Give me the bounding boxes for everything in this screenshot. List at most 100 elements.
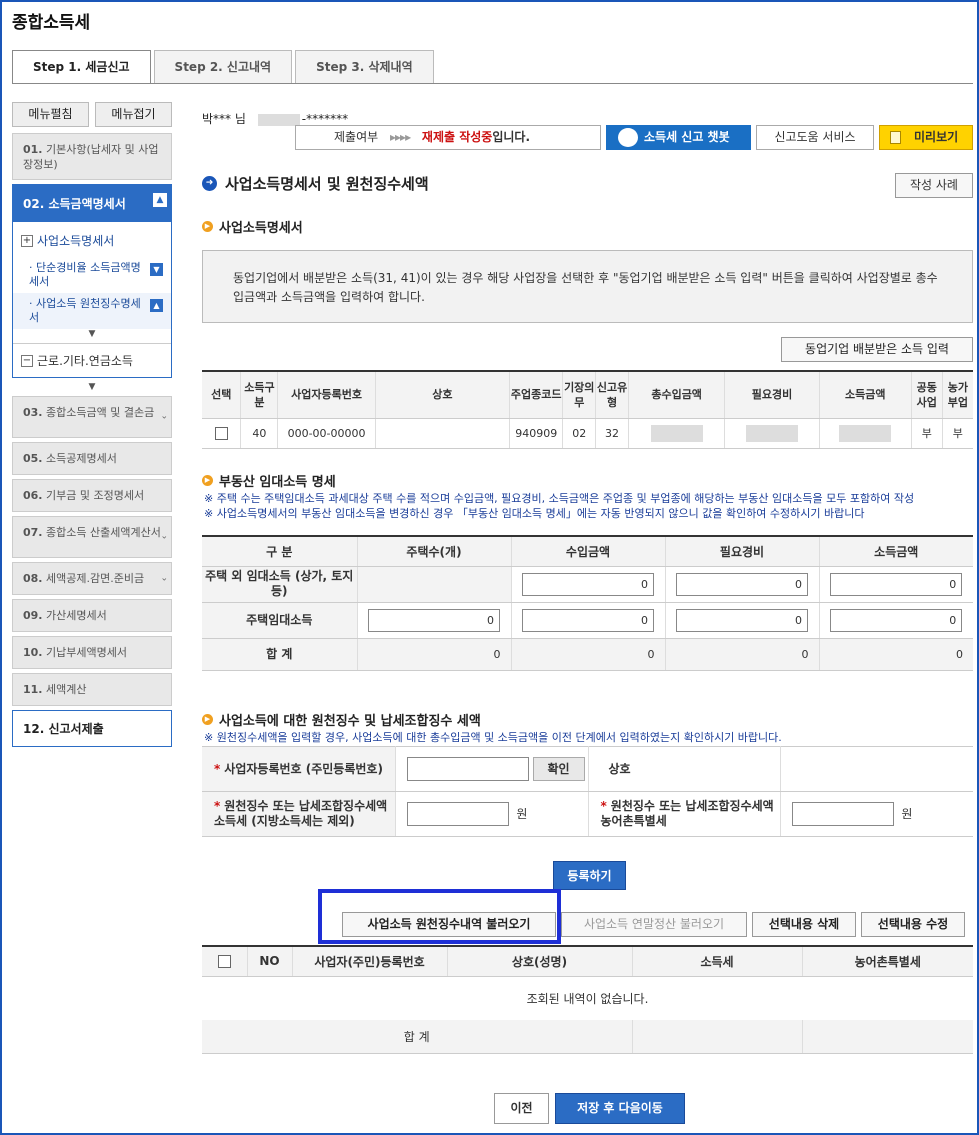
expense-input[interactable]: 0 bbox=[676, 572, 808, 596]
empty-message: 조회된 내역이 없습니다. bbox=[526, 991, 649, 1006]
masked-amount bbox=[839, 424, 892, 442]
chatbot-button[interactable]: 소득세 신고 챗봇 bbox=[606, 125, 751, 150]
sidebar-item-num: 09. bbox=[23, 609, 43, 622]
col-header: 주업종코드 bbox=[509, 371, 563, 419]
won-unit: 원 bbox=[516, 806, 528, 821]
collapse-menu-button[interactable]: 메뉴접기 bbox=[95, 102, 172, 127]
sidebar-item-basic[interactable]: 01. 기본사항(납세자 및 사업장정보) bbox=[12, 133, 172, 180]
sidebar-item-label: 신고서제출 bbox=[48, 722, 104, 736]
cell-joint: 부 bbox=[910, 418, 943, 449]
total-income: 0 bbox=[510, 638, 665, 671]
count-input[interactable]: 0 bbox=[368, 608, 500, 632]
chevron-down-icon[interactable]: ⌄ bbox=[160, 410, 168, 425]
partner-income-button[interactable]: 동업기업 배분받은 소득 입력 bbox=[781, 337, 973, 362]
save-next-button[interactable]: 저장 후 다음이동 bbox=[555, 1093, 685, 1124]
col-header: 기장의무 bbox=[562, 371, 596, 419]
table-row: 주택 외 임대소득 (상가, 토지 등) 0 0 0 bbox=[202, 566, 973, 603]
total-net: 0 bbox=[818, 638, 973, 671]
prev-button[interactable]: 이전 bbox=[494, 1093, 549, 1124]
page-title: 종합소득세 bbox=[12, 13, 91, 33]
reg-no-input[interactable] bbox=[406, 757, 529, 781]
sidebar-item-donation[interactable]: 06. 기부금 및 조정명세서 bbox=[12, 479, 172, 512]
rent-title: ▶ 부동산 임대소득 명세 bbox=[202, 471, 336, 490]
total-row: 합 계 bbox=[202, 1020, 973, 1054]
total-rural bbox=[801, 1020, 973, 1054]
sidebar-sub-simple[interactable]: · 단순경비율 소득금액명세서 ▼ bbox=[13, 257, 171, 293]
net-input[interactable]: 0 bbox=[830, 608, 963, 632]
won-unit: 원 bbox=[901, 806, 913, 821]
preview-button[interactable]: 미리보기 bbox=[879, 125, 973, 150]
down-arrow-icon: ▼ bbox=[88, 329, 96, 339]
col-header: 상호(성명) bbox=[446, 946, 632, 977]
submit-status: 제출여부 ▸▸▸▸ 재제출 작성중입니다. bbox=[295, 125, 601, 150]
sidebar-item-submit[interactable]: 12. 신고서제출 bbox=[12, 710, 172, 747]
sidebar-item-calc-tax[interactable]: 07. 종합소득 산출세액계산서 ⌄ bbox=[12, 516, 172, 558]
tab-step3[interactable]: Step 3. 삭제내역 bbox=[295, 50, 434, 83]
reg-label-text: 사업자등록번호 (주민등록번호) bbox=[224, 761, 383, 776]
arrow-icon: ▶ bbox=[202, 475, 213, 486]
total-label: 합 계 bbox=[202, 1020, 632, 1054]
collapse-icon[interactable]: ▲ bbox=[153, 193, 167, 207]
sidebar-sub-other[interactable]: − 근로.기타.연금소득 bbox=[13, 343, 171, 377]
example-button[interactable]: 작성 사례 bbox=[895, 173, 973, 198]
chevron-down-icon[interactable]: ▼ bbox=[150, 263, 163, 276]
income-input[interactable]: 0 bbox=[522, 608, 654, 632]
sidebar-sub-withhold[interactable]: · 사업소득 원천징수명세서 ▲ bbox=[13, 293, 171, 329]
tab-step1[interactable]: Step 1. 세금신고 bbox=[12, 50, 151, 84]
cell-report: 32 bbox=[595, 418, 629, 449]
row-checkbox[interactable] bbox=[214, 426, 228, 440]
sidebar-sub-label: 근로.기타.연금소득 bbox=[37, 354, 133, 368]
row-label: 주택 외 임대소득 (상가, 토지 등) bbox=[202, 566, 357, 603]
sidebar-item-prepaid[interactable]: 10. 기납부세액명세서 bbox=[12, 636, 172, 669]
load-yearend-button[interactable]: 사업소득 연말정산 불러오기 bbox=[561, 912, 747, 937]
delete-selected-button[interactable]: 선택내용 삭제 bbox=[752, 912, 856, 937]
sidebar-sub-head[interactable]: + 사업소득명세서 bbox=[13, 222, 171, 257]
expand-menu-button[interactable]: 메뉴펼침 bbox=[12, 102, 89, 127]
col-header: 주택수(개) bbox=[356, 536, 511, 567]
sidebar-item-income[interactable]: 02. 소득금액명세서 ▲ bbox=[13, 185, 171, 222]
col-header: 소득금액 bbox=[818, 371, 912, 419]
sidebar-item-penalty[interactable]: 09. 가산세명세서 bbox=[12, 599, 172, 632]
help-service-button[interactable]: 신고도움 서비스 bbox=[756, 125, 874, 150]
section-title: ➜ 사업소득명세서 및 원천징수세액 bbox=[202, 173, 429, 194]
biz-title-text: 사업소득명세서 bbox=[219, 221, 303, 236]
select-all-checkbox[interactable] bbox=[217, 955, 231, 969]
count-cell-disabled bbox=[356, 566, 511, 603]
masked-id bbox=[257, 113, 300, 126]
edit-selected-button[interactable]: 선택내용 수정 bbox=[861, 912, 965, 937]
sidebar-item-num: 05. bbox=[23, 452, 43, 465]
status-suffix: 입니다. bbox=[492, 130, 531, 144]
masked-amount bbox=[745, 424, 798, 442]
sidebar-item-total-income[interactable]: 03. 종합소득금액 및 결손금 ⌄ bbox=[12, 396, 172, 438]
register-button[interactable]: 등록하기 bbox=[553, 861, 626, 890]
table-row: 주택임대소득 0 0 0 0 bbox=[202, 602, 973, 639]
table-row[interactable]: 40 000-00-00000 940909 02 32 부 부 bbox=[202, 418, 973, 449]
document-icon bbox=[890, 131, 901, 144]
chevron-up-icon[interactable]: ▲ bbox=[150, 299, 163, 312]
income-tax-input[interactable] bbox=[406, 802, 509, 826]
sidebar-item-num: 12. bbox=[23, 722, 45, 736]
row-label: 주택임대소득 bbox=[202, 602, 357, 639]
col-header: 농어촌특별세 bbox=[801, 946, 973, 977]
chevron-down-icon[interactable]: ⌄ bbox=[160, 571, 168, 586]
expense-input[interactable]: 0 bbox=[676, 608, 808, 632]
load-withhold-button[interactable]: 사업소득 원천징수내역 불러오기 bbox=[342, 912, 556, 937]
sidebar-sub-label: 사업소득 원천징수명세서 bbox=[29, 297, 141, 324]
sidebar-item-label: 기부금 및 조정명세서 bbox=[46, 489, 145, 502]
confirm-button[interactable]: 확인 bbox=[532, 757, 585, 781]
tab-step2[interactable]: Step 2. 신고내역 bbox=[153, 50, 293, 83]
sidebar-item-credit[interactable]: 08. 세액공제.감면.준비금 ⌄ bbox=[12, 562, 172, 595]
net-input[interactable]: 0 bbox=[830, 572, 963, 596]
rent-note: ※ 사업소득명세서의 부동산 임대소득을 변경하신 경우 「부동산 임대소득 명… bbox=[204, 507, 865, 520]
down-arrow-icon: ▼ bbox=[88, 382, 96, 392]
col-header: 필요경비 bbox=[724, 371, 820, 419]
sidebar-item-tax-calc[interactable]: 11. 세액계산 bbox=[12, 673, 172, 706]
chatbot-icon bbox=[618, 128, 638, 147]
top-toolbar: 제출여부 ▸▸▸▸ 재제출 작성중입니다. 소득세 신고 챗봇 신고도움 서비스… bbox=[295, 125, 973, 150]
income-input[interactable]: 0 bbox=[522, 572, 654, 596]
rural-tax-input[interactable] bbox=[791, 802, 894, 826]
col-header: 농가부업 bbox=[941, 371, 973, 419]
col-header: 소득구분 bbox=[240, 371, 278, 419]
chevron-down-icon[interactable]: ⌄ bbox=[160, 530, 168, 545]
sidebar-item-deduction[interactable]: 05. 소득공제명세서 bbox=[12, 442, 172, 475]
